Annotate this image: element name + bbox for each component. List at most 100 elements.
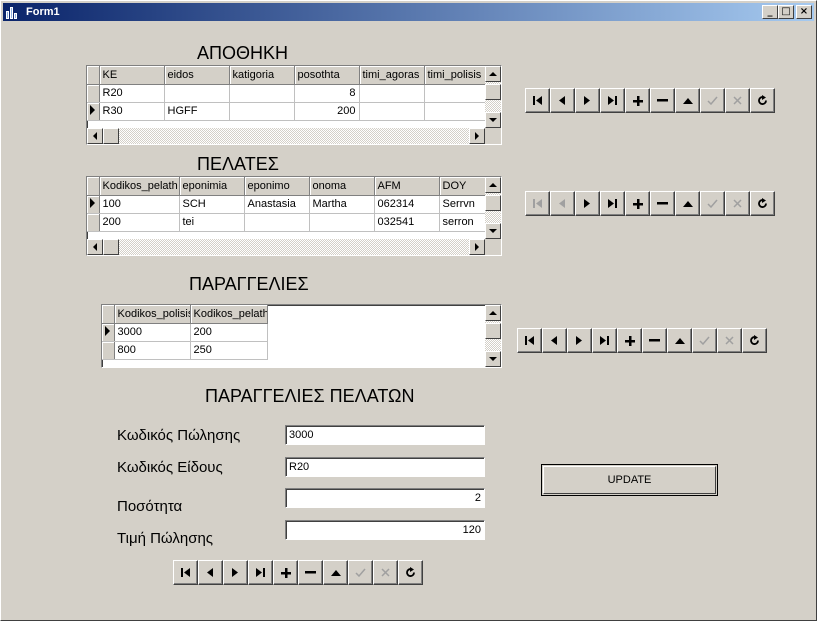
maximize-icon[interactable]: □: [778, 5, 794, 19]
table-cell[interactable]: 200: [99, 213, 180, 232]
scroll-right-icon[interactable]: [469, 128, 485, 144]
grid-apothiki[interactable]: KE eidos katigoria posothta timi_agoras timi_…: [86, 65, 502, 145]
last-icon[interactable]: [592, 328, 617, 353]
horizontal-scrollbar[interactable]: [87, 239, 485, 255]
cancel-icon[interactable]: [725, 88, 750, 113]
scroll-right-icon[interactable]: [469, 239, 485, 255]
kodikos-polisis-field[interactable]: 3000: [285, 425, 485, 445]
timi-polisis-field[interactable]: 120: [285, 520, 485, 540]
scroll-down-icon[interactable]: [485, 112, 501, 128]
scroll-down-icon[interactable]: [485, 223, 501, 239]
table-row[interactable]: 800 250: [102, 341, 268, 360]
scroll-thumb[interactable]: [485, 84, 501, 100]
last-icon[interactable]: [600, 191, 625, 216]
next-icon[interactable]: [223, 560, 248, 585]
insert-icon[interactable]: [617, 328, 642, 353]
table-row[interactable]: R20 8: [87, 84, 490, 103]
table-cell[interactable]: 032541: [374, 213, 440, 232]
last-icon[interactable]: [600, 88, 625, 113]
row-indicator[interactable]: [87, 213, 100, 232]
column-header[interactable]: posothta: [294, 66, 360, 85]
edit-icon[interactable]: [675, 191, 700, 216]
cancel-icon[interactable]: [717, 328, 742, 353]
table-cell[interactable]: Serrvn: [439, 195, 490, 214]
scroll-down-icon[interactable]: [485, 351, 501, 367]
column-header[interactable]: eidos: [164, 66, 230, 85]
grid-pelates[interactable]: Kodikos_pelath eponimia eponimo onoma AFM DOY…: [86, 176, 502, 256]
column-header[interactable]: eponimia: [179, 177, 245, 196]
edit-icon[interactable]: [323, 560, 348, 585]
table-cell[interactable]: 200: [294, 102, 360, 121]
insert-icon[interactable]: [273, 560, 298, 585]
table-cell[interactable]: [309, 213, 375, 232]
first-icon[interactable]: [517, 328, 542, 353]
refresh-icon[interactable]: [750, 88, 775, 113]
table-cell[interactable]: [424, 102, 490, 121]
row-indicator[interactable]: [87, 195, 100, 214]
posotita-field[interactable]: 2: [285, 488, 485, 508]
table-row[interactable]: 100 SCH Anastasia Martha 062314 Serrvn: [87, 195, 490, 214]
post-icon[interactable]: [692, 328, 717, 353]
next-icon[interactable]: [575, 191, 600, 216]
table-cell[interactable]: [359, 84, 425, 103]
column-header[interactable]: Kodikos_pelath: [99, 177, 180, 196]
table-cell[interactable]: SCH: [179, 195, 245, 214]
table-row[interactable]: 3000 200: [102, 323, 268, 342]
table-cell[interactable]: 062314: [374, 195, 440, 214]
delete-icon[interactable]: [298, 560, 323, 585]
title-bar[interactable]: Form1 _ □ ×: [3, 3, 814, 21]
table-cell[interactable]: 100: [99, 195, 180, 214]
insert-icon[interactable]: [625, 191, 650, 216]
prior-icon[interactable]: [198, 560, 223, 585]
last-icon[interactable]: [248, 560, 273, 585]
first-icon[interactable]: [525, 191, 550, 216]
table-cell[interactable]: [229, 102, 295, 121]
row-indicator[interactable]: [87, 84, 100, 103]
column-header[interactable]: eponimo: [244, 177, 310, 196]
scroll-thumb[interactable]: [485, 195, 501, 211]
first-icon[interactable]: [173, 560, 198, 585]
table-cell[interactable]: 200: [190, 323, 268, 342]
column-header[interactable]: Kodikos_pelath: [190, 305, 268, 324]
vertical-scrollbar[interactable]: [485, 177, 501, 239]
table-cell[interactable]: 800: [114, 341, 191, 360]
post-icon[interactable]: [700, 191, 725, 216]
table-cell[interactable]: 3000: [114, 323, 191, 342]
refresh-icon[interactable]: [398, 560, 423, 585]
table-cell[interactable]: [424, 84, 490, 103]
first-icon[interactable]: [525, 88, 550, 113]
table-cell[interactable]: [164, 84, 230, 103]
insert-icon[interactable]: [625, 88, 650, 113]
delete-icon[interactable]: [642, 328, 667, 353]
table-cell[interactable]: Anastasia: [244, 195, 310, 214]
edit-icon[interactable]: [675, 88, 700, 113]
next-icon[interactable]: [575, 88, 600, 113]
column-header[interactable]: DOY: [439, 177, 490, 196]
delete-icon[interactable]: [650, 191, 675, 216]
scroll-up-icon[interactable]: [485, 305, 501, 321]
scroll-thumb-h[interactable]: [103, 239, 119, 255]
table-row[interactable]: R30 HGFF 200: [87, 102, 490, 121]
prior-icon[interactable]: [550, 88, 575, 113]
prior-icon[interactable]: [542, 328, 567, 353]
table-cell[interactable]: Martha: [309, 195, 375, 214]
table-cell[interactable]: R30: [99, 102, 165, 121]
post-icon[interactable]: [700, 88, 725, 113]
table-cell[interactable]: serron: [439, 213, 490, 232]
table-cell[interactable]: 8: [294, 84, 360, 103]
scroll-left-icon[interactable]: [87, 239, 103, 255]
row-indicator[interactable]: [102, 323, 115, 342]
kodikos-eidous-field[interactable]: R20: [285, 457, 485, 477]
vertical-scrollbar[interactable]: [485, 66, 501, 128]
edit-icon[interactable]: [667, 328, 692, 353]
scroll-up-icon[interactable]: [485, 66, 501, 82]
vertical-scrollbar[interactable]: [485, 305, 501, 367]
column-header[interactable]: Kodikos_polisis: [114, 305, 191, 324]
table-cell[interactable]: [229, 84, 295, 103]
column-header[interactable]: onoma: [309, 177, 375, 196]
scroll-up-icon[interactable]: [485, 177, 501, 193]
prior-icon[interactable]: [550, 191, 575, 216]
column-header[interactable]: katigoria: [229, 66, 295, 85]
scroll-left-icon[interactable]: [87, 128, 103, 144]
scroll-thumb-h[interactable]: [103, 128, 119, 144]
